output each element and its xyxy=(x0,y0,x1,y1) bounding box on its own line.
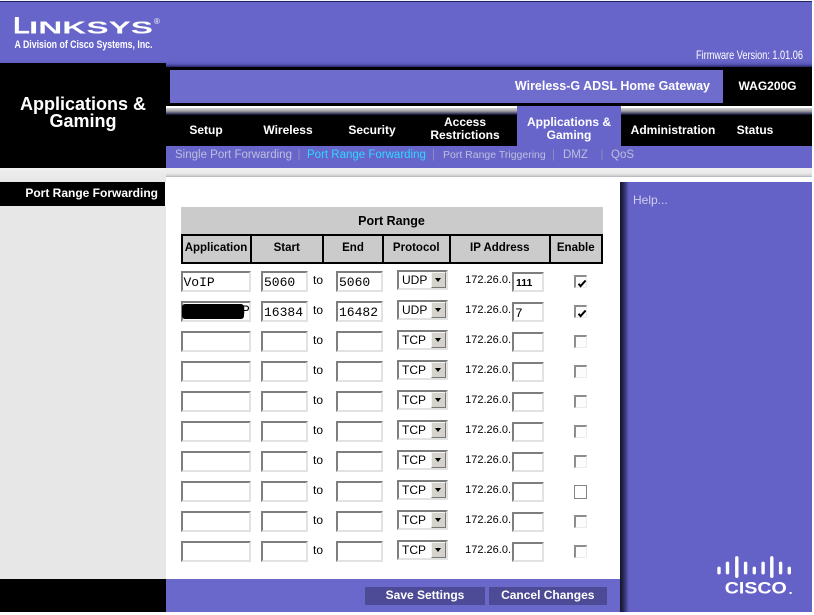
svg-text:INKSYS: INKSYS xyxy=(29,18,153,38)
svg-text:A Division of Cisco Systems, I: A Division of Cisco Systems, Inc. xyxy=(15,39,153,51)
svg-text:Firmware Version: 1.01.06: Firmware Version: 1.01.06 xyxy=(696,48,803,62)
svg-text:®: ® xyxy=(154,17,160,26)
svg-text:L: L xyxy=(13,13,30,40)
svg-text:CISCO: CISCO xyxy=(725,580,787,598)
